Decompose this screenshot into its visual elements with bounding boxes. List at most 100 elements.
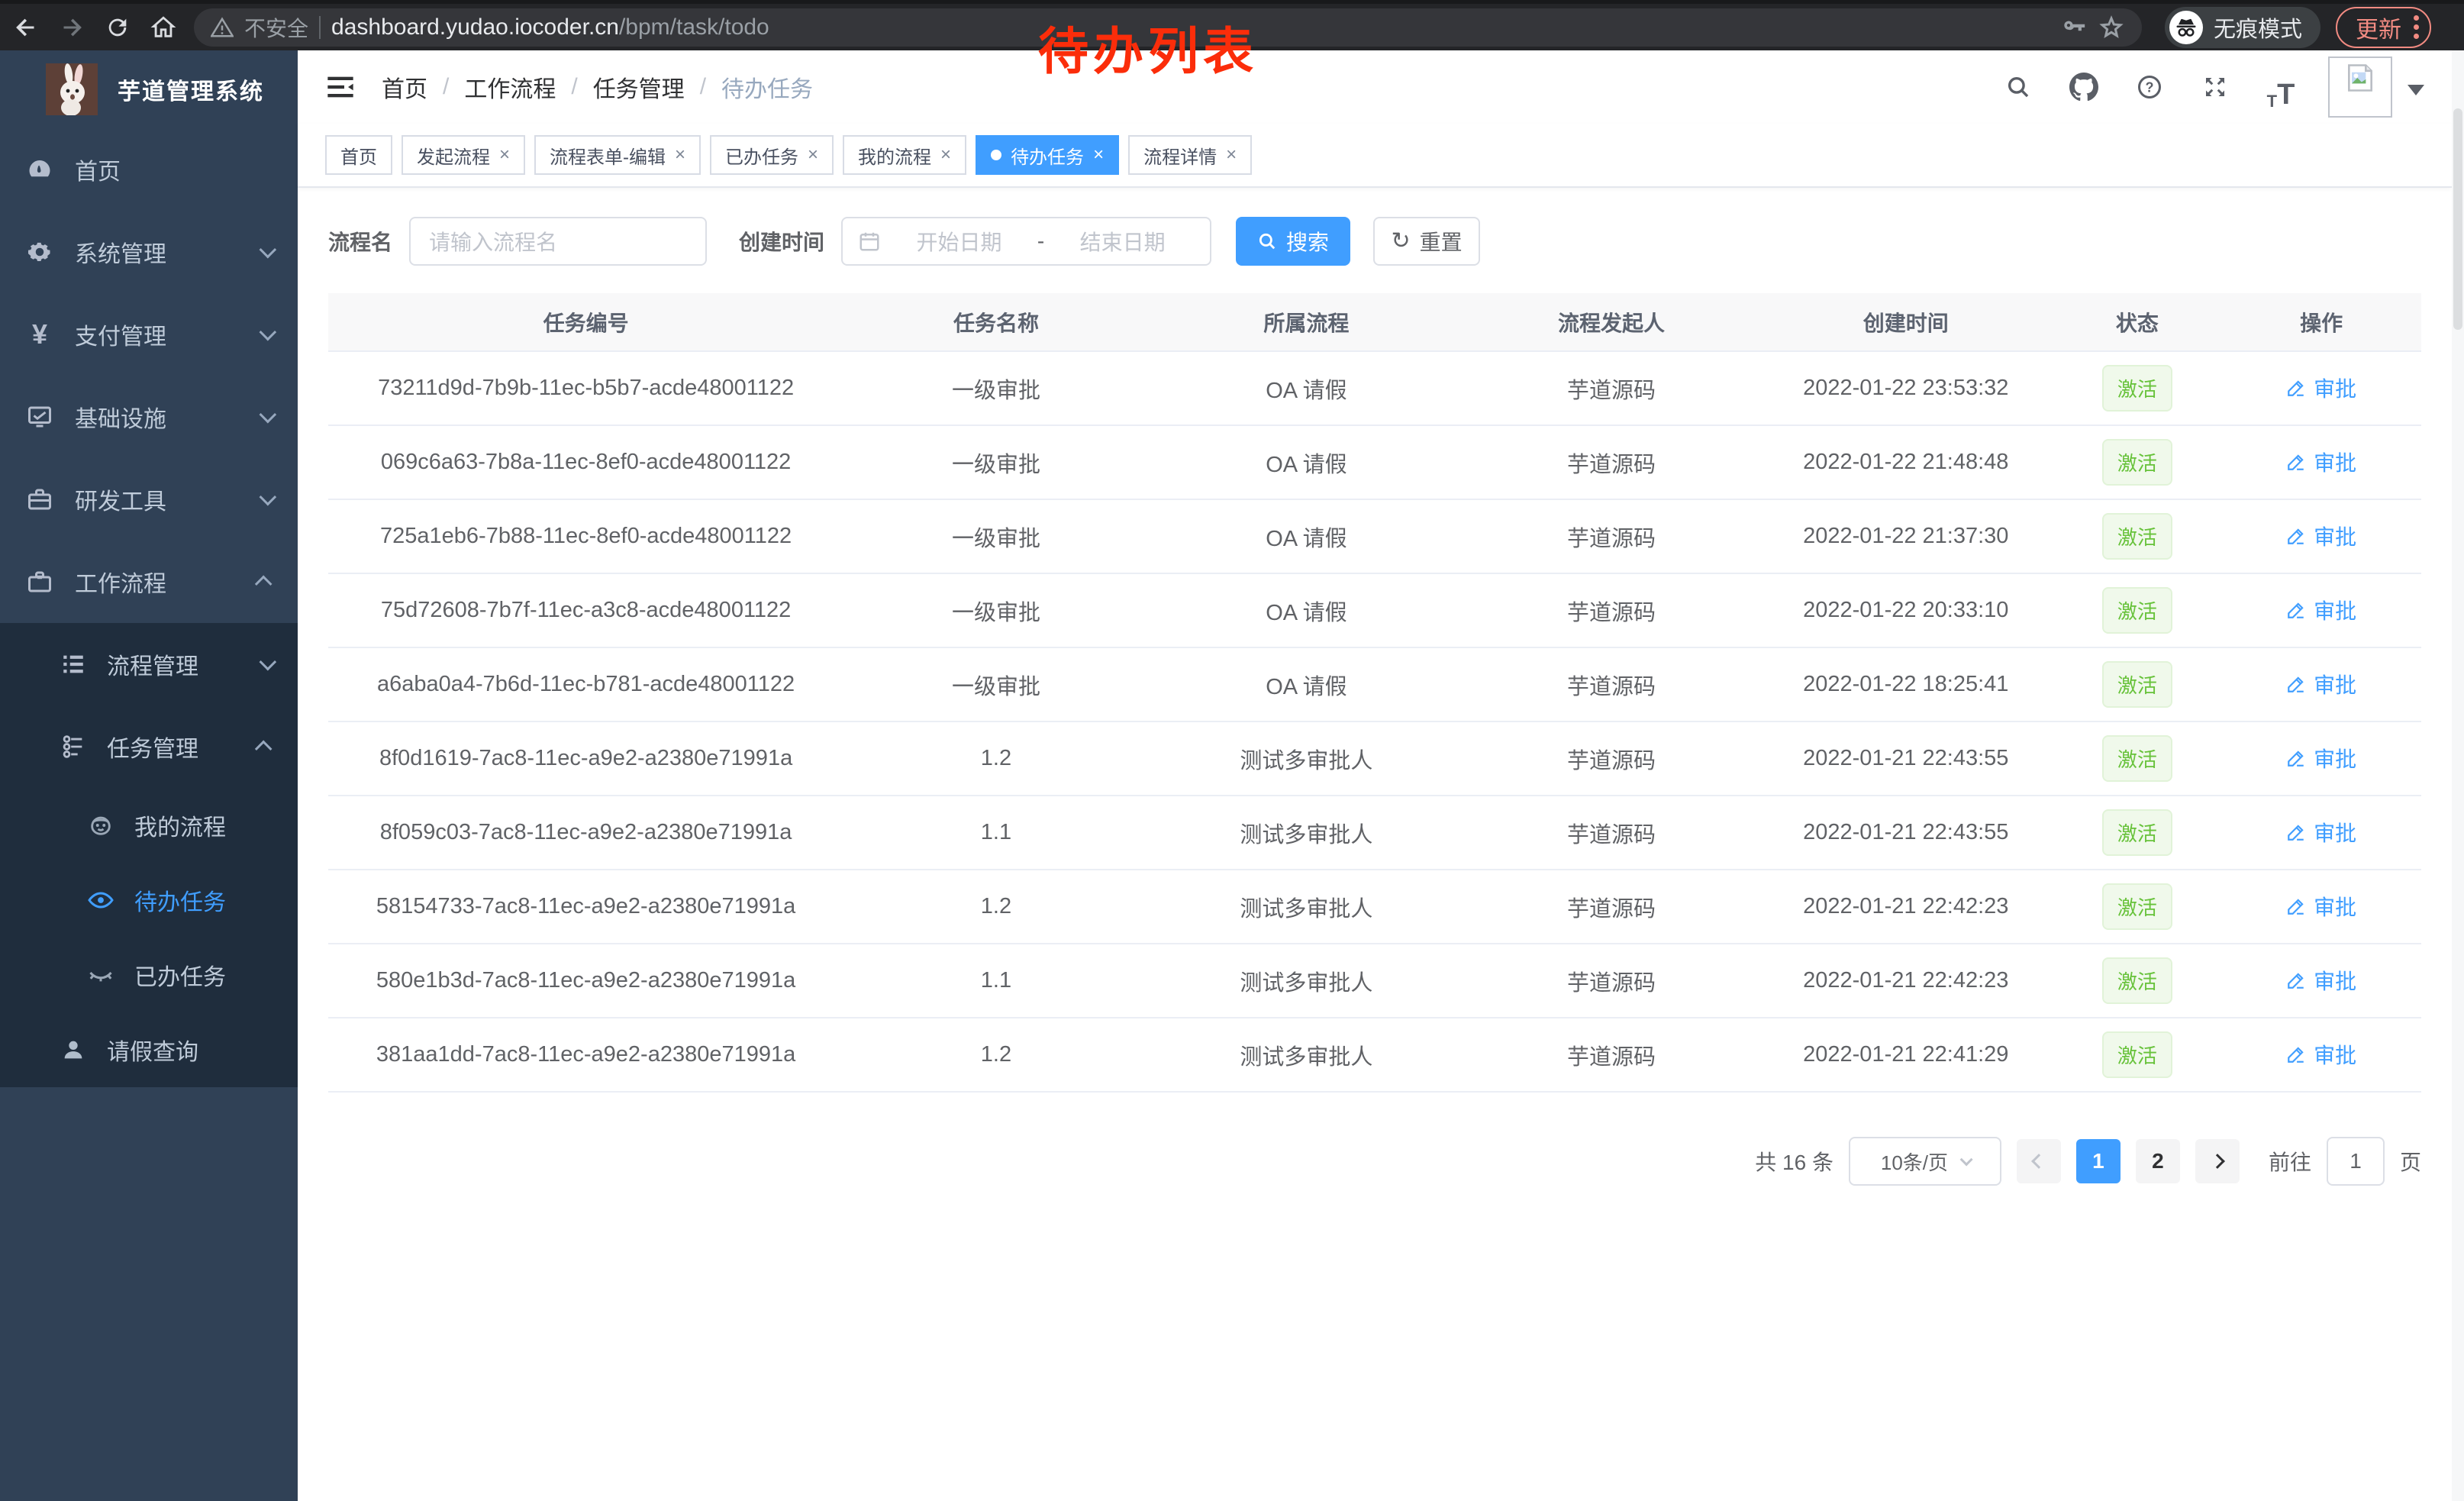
sidebar-item-leave-query[interactable]: 请假查询 — [0, 1012, 298, 1087]
task-name-cell: 一级审批 — [843, 425, 1149, 499]
process-cell: 测试多审批人 — [1149, 944, 1464, 1018]
tag-home[interactable]: 首页 — [325, 135, 392, 175]
help-icon[interactable]: ? — [2125, 63, 2174, 111]
edit-pencil-icon — [2286, 822, 2306, 842]
sidebar-item-task-management[interactable]: 任务管理 — [0, 705, 298, 788]
goto-page-input[interactable]: 1 — [2327, 1137, 2385, 1186]
browser-reload-button[interactable] — [98, 8, 137, 47]
approve-link[interactable]: 审批 — [2286, 891, 2356, 922]
avatar-caret-icon[interactable] — [2408, 85, 2424, 95]
sidebar-item-my-process[interactable]: 我的流程 — [0, 788, 298, 863]
browser-back-button[interactable] — [6, 8, 46, 47]
status-cell: 激活 — [2053, 870, 2221, 944]
approve-link[interactable]: 审批 — [2286, 447, 2356, 477]
monitor-icon — [26, 403, 53, 431]
task-name-cell: 1.1 — [843, 944, 1149, 1018]
goto-label: 前往 — [2269, 1146, 2311, 1177]
total-count: 共 16 条 — [1755, 1146, 1833, 1177]
url-divider — [319, 16, 321, 39]
action-cell: 审批 — [2221, 499, 2421, 573]
refresh-icon: ↻ — [1391, 230, 1410, 253]
page-scrollbar[interactable] — [2452, 50, 2464, 1501]
action-cell: 审批 — [2221, 647, 2421, 721]
browser-menu-icon[interactable] — [2414, 15, 2419, 39]
breadcrumb-task-management[interactable]: 任务管理 — [593, 70, 685, 104]
scrollbar-thumb[interactable] — [2453, 108, 2462, 330]
sidebar-item-infrastructure[interactable]: 基础设施 — [0, 376, 298, 458]
process-cell: OA 请假 — [1149, 647, 1464, 721]
sidebar-item-done-tasks[interactable]: 已办任务 — [0, 938, 298, 1012]
page-size-select[interactable]: 10条/页 — [1849, 1137, 2001, 1186]
sidebar-item-payment[interactable]: ¥ 支付管理 — [0, 293, 298, 376]
action-cell: 审批 — [2221, 573, 2421, 647]
tag-my-process[interactable]: 我的流程× — [843, 135, 966, 175]
approve-link[interactable]: 审批 — [2286, 669, 2356, 699]
starter-cell: 芋道源码 — [1464, 647, 1759, 721]
search-icon[interactable] — [1994, 63, 2043, 111]
todo-list-annotation: 待办列表 — [1038, 11, 1258, 84]
close-icon[interactable]: × — [1093, 144, 1104, 166]
prev-page-button[interactable] — [2017, 1139, 2061, 1183]
close-icon[interactable]: × — [940, 144, 951, 166]
page-button-2[interactable]: 2 — [2136, 1139, 2180, 1183]
next-page-button[interactable] — [2195, 1139, 2240, 1183]
close-icon[interactable]: × — [499, 144, 510, 166]
approve-link[interactable]: 审批 — [2286, 373, 2356, 403]
approve-link[interactable]: 审批 — [2286, 1039, 2356, 1070]
incognito-badge: 无痕模式 — [2165, 7, 2320, 48]
chevron-down-icon — [260, 654, 277, 671]
page-button-1[interactable]: 1 — [2076, 1139, 2121, 1183]
tag-process-detail[interactable]: 流程详情× — [1128, 135, 1252, 175]
status-cell: 激活 — [2053, 351, 2221, 425]
browser-home-button[interactable] — [144, 8, 183, 47]
sidebar-collapse-icon[interactable] — [325, 74, 356, 100]
start-date-placeholder: 开始日期 — [887, 226, 1031, 257]
font-size-icon[interactable]: TT — [2256, 63, 2305, 111]
tag-todo-tasks[interactable]: 待办任务× — [976, 135, 1119, 175]
create-time-label: 创建时间 — [739, 226, 824, 257]
browser-update-button[interactable]: 更新 — [2336, 7, 2431, 48]
sidebar-item-todo-tasks[interactable]: 待办任务 — [0, 863, 298, 938]
password-key-icon[interactable] — [2061, 15, 2087, 40]
breadcrumb-workflow[interactable]: 工作流程 — [464, 70, 556, 104]
reset-button[interactable]: ↻ 重置 — [1373, 217, 1480, 266]
close-icon[interactable]: × — [1226, 144, 1237, 166]
tag-form-edit[interactable]: 流程表单-编辑× — [534, 135, 701, 175]
sidebar-item-home[interactable]: 首页 — [0, 128, 298, 211]
approve-link[interactable]: 审批 — [2286, 521, 2356, 551]
tag-start-process[interactable]: 发起流程× — [402, 135, 525, 175]
bookmark-star-icon[interactable] — [2098, 14, 2125, 41]
close-icon[interactable]: × — [808, 144, 818, 166]
fullscreen-icon[interactable] — [2191, 63, 2240, 111]
create-time-cell: 2022-01-21 22:42:23 — [1759, 944, 2053, 1018]
github-icon[interactable] — [2059, 63, 2108, 111]
close-icon[interactable]: × — [675, 144, 685, 166]
sidebar-item-system[interactable]: 系统管理 — [0, 211, 298, 293]
table-row: a6aba0a4-7b6d-11ec-b781-acde48001122一级审批… — [328, 647, 2421, 721]
process-name-input[interactable]: 请输入流程名 — [409, 217, 707, 266]
starter-cell: 芋道源码 — [1464, 425, 1759, 499]
approve-link[interactable]: 审批 — [2286, 743, 2356, 773]
calendar-icon — [858, 230, 881, 253]
update-label: 更新 — [2356, 11, 2401, 44]
date-range-input[interactable]: 开始日期 - 结束日期 — [841, 217, 1211, 266]
sidebar-item-devtools[interactable]: 研发工具 — [0, 458, 298, 541]
sidebar-item-process-management[interactable]: 流程管理 — [0, 623, 298, 705]
sidebar-item-workflow[interactable]: 工作流程 — [0, 541, 298, 623]
tag-done-tasks[interactable]: 已办任务× — [710, 135, 834, 175]
avatar[interactable] — [2328, 56, 2392, 118]
status-cell: 激活 — [2053, 1018, 2221, 1092]
page-content: 流程名 请输入流程名 创建时间 开始日期 - 结束日期 搜索 ↻ 重置 — [298, 188, 2452, 1216]
task-name-cell: 一级审批 — [843, 499, 1149, 573]
action-cell: 审批 — [2221, 1018, 2421, 1092]
approve-link[interactable]: 审批 — [2286, 965, 2356, 996]
approve-link[interactable]: 审批 — [2286, 595, 2356, 625]
breadcrumb-home[interactable]: 首页 — [382, 70, 427, 104]
browser-forward-button[interactable] — [52, 8, 92, 47]
approve-link[interactable]: 审批 — [2286, 817, 2356, 847]
task-name-cell: 一级审批 — [843, 573, 1149, 647]
search-button[interactable]: 搜索 — [1236, 217, 1350, 266]
breadcrumb-current: 待办任务 — [721, 70, 813, 104]
status-cell: 激活 — [2053, 796, 2221, 870]
process-cell: 测试多审批人 — [1149, 721, 1464, 796]
